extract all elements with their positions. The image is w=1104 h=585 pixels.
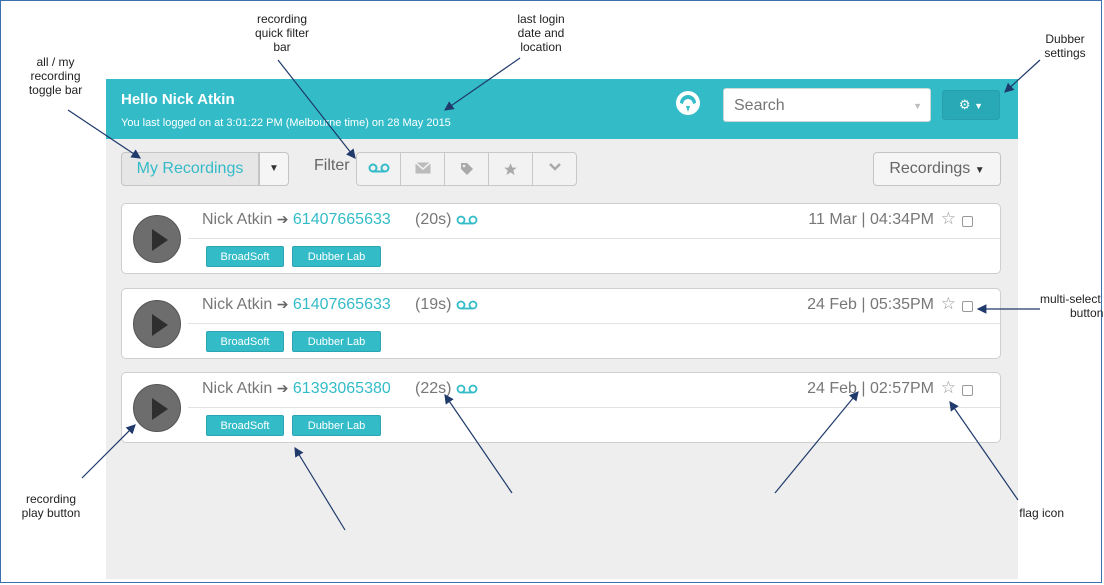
annotation-arrows bbox=[67, 57, 1041, 531]
